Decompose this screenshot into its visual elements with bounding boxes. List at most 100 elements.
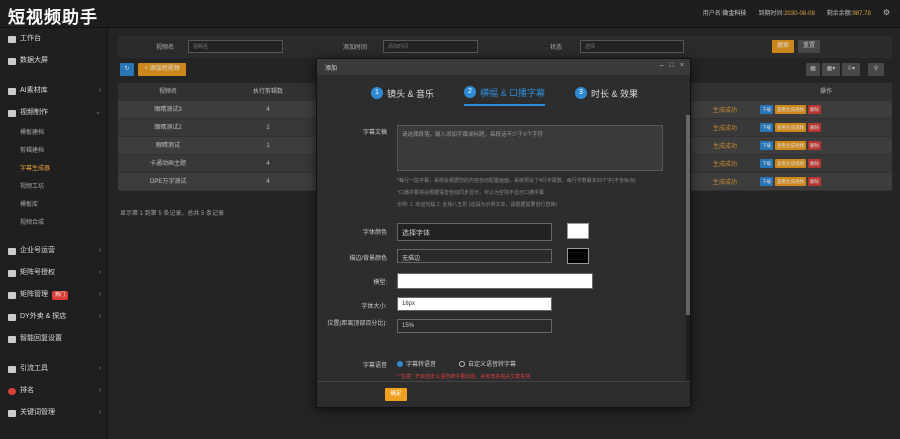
top-bar: 短视频助手 用户名:微金科技 到期时间:2030-08-08 剩余余额:987.… — [0, 0, 900, 28]
sidebar-item-label: 企业号运营 — [20, 247, 55, 254]
sidebar-item-video-make[interactable]: 视频制作 ⌄ — [0, 102, 107, 124]
ranking-icon — [8, 387, 16, 395]
add-dialog: 添加 – □ × 1 镜头 & 音乐 2 横幅 & 口播字幕 3 时长 & 效果 字幕… — [316, 58, 691, 408]
stroke-color-label: 描边/背景颜色 — [349, 256, 387, 262]
expire-field: 到期时间:2030-08-08 — [758, 8, 814, 17]
caption-hint-1: *每行一段字幕，系统会根据您的内容自动配置画面，系统预设了4行字幕数，每行字数最… — [397, 178, 636, 184]
sidebar-item-label: 工作台 — [20, 35, 41, 42]
radio-tts[interactable]: 字幕转语音 — [397, 359, 436, 368]
step-label: 镜头 & 音乐 — [386, 88, 434, 99]
radio-label: 字幕转语音 — [406, 362, 437, 368]
chevron-left-icon: ‹ — [98, 365, 101, 372]
chevron-down-icon: ⌄ — [95, 109, 101, 116]
model-label: 模型: — [373, 280, 387, 286]
dialog-title: 添加 — [325, 66, 338, 72]
caption-label: 字幕文稿 — [362, 130, 387, 136]
chevron-left-icon: ‹ — [98, 247, 101, 254]
sidebar-item-label: 智能回复设置 — [20, 335, 62, 342]
sidebar-item-label: 矩阵管理 — [20, 291, 48, 298]
sidebar-item-enterprise[interactable]: 企业号运营 ‹ — [0, 240, 107, 262]
font-select[interactable]: 选择字体 — [397, 223, 552, 241]
maximize-icon[interactable]: □ — [670, 62, 674, 69]
expire-label: 到期时间: — [758, 11, 785, 17]
sidebar-item-dashboard[interactable]: 数据大屏 — [0, 50, 107, 72]
sidebar-item-matrix-auth[interactable]: 矩阵号授权 ‹ — [0, 262, 107, 284]
step-label: 横幅 & 口播字幕 — [479, 87, 545, 98]
dialog-body: 字幕文稿 请选择段落，输入添加字幕或标题，每段话不少于X个字符 *每行一段字幕，… — [317, 115, 687, 380]
user-field: 用户名:微金科技 — [703, 8, 747, 17]
library-icon — [8, 87, 16, 95]
cloud-icon — [8, 247, 16, 255]
user-label: 用户名: — [702, 11, 723, 17]
sidebar-sub-template-lib[interactable]: 模板库 — [0, 196, 107, 214]
chevron-left-icon: ‹ — [98, 387, 101, 394]
tab-duration-effect[interactable]: 3 时长 & 效果 — [575, 84, 638, 106]
sidebar-item-keyword[interactable]: 关键词管理 ‹ — [0, 402, 107, 424]
dialog-header: 添加 – □ × — [317, 59, 690, 75]
balance-field: 剩余余额:987.78 — [827, 8, 871, 17]
sidebar-item-label: AI素材库 — [20, 87, 48, 94]
font-size-label: 字体大小: — [361, 304, 387, 310]
radio-dot — [459, 360, 465, 367]
sidebar-item-ranking[interactable]: 排名 ‹ — [0, 380, 107, 402]
stroke-color-swatch[interactable] — [567, 248, 589, 264]
minimize-icon[interactable]: – — [660, 62, 664, 69]
sidebar-sub-compose[interactable]: 视频合成 — [0, 214, 107, 232]
voice-warning: *"注意": 开启自定义语音转字幕功能，会考虑多镜头文案失效 — [397, 374, 531, 380]
sidebar-item-label: 排名 — [20, 387, 34, 394]
bell-icon[interactable]: ⚙ — [883, 8, 890, 17]
font-size-input[interactable]: 18px — [397, 297, 552, 311]
chevron-left-icon: ‹ — [98, 313, 101, 320]
chevron-left-icon: ‹ — [98, 409, 101, 416]
step-number: 3 — [575, 87, 587, 99]
dialog-scrollbar[interactable] — [686, 115, 690, 381]
tab-banner-subtitle[interactable]: 2 横幅 & 口播字幕 — [463, 84, 545, 106]
font-color-swatch[interactable] — [567, 223, 589, 239]
sidebar-item-label: 视频制作 — [20, 109, 48, 116]
sidebar-sub-template[interactable]: 模板建档 — [0, 124, 107, 142]
expire-value: 2030-08-08 — [784, 11, 815, 17]
app-logo: 短视频助手 — [8, 8, 98, 28]
sidebar-item-label: 数据大屏 — [20, 57, 48, 64]
step-number: 2 — [463, 86, 476, 98]
radio-custom-voice[interactable]: 自定义语音转字幕 — [459, 359, 516, 368]
caption-hint-2: *口播字幕将会根据语音自动同步显示，可以为空则不显示口播字幕 — [397, 190, 544, 196]
close-icon[interactable]: × — [680, 62, 684, 69]
chevron-left-icon: ‹ — [98, 291, 101, 298]
takeout-icon — [8, 313, 16, 321]
tab-shot-music[interactable]: 1 镜头 & 音乐 — [370, 84, 434, 106]
caption-hint-3: 示例: 1. 欢迎光临 2. 全场八五折 (这段为示例文本，请根据需要自行替换) — [397, 202, 558, 208]
sidebar-item-smart-reply[interactable]: 智能回复设置 — [0, 328, 107, 350]
sidebar-item-matrix-manage[interactable]: 矩阵管理 热门 ‹ — [0, 284, 107, 306]
sidebar-item-workbench[interactable]: 工作台 — [0, 28, 107, 50]
scrollbar-thumb[interactable] — [686, 115, 690, 315]
confirm-button[interactable]: 确定 — [385, 388, 407, 401]
caption-textarea[interactable]: 请选择段落，输入添加字幕或标题，每段话不少于X个字符 — [397, 125, 663, 171]
radio-dot — [397, 360, 403, 367]
sidebar-item-traffic-tool[interactable]: 引流工具 ‹ — [0, 358, 107, 380]
tool-icon — [8, 365, 16, 373]
reply-icon — [8, 335, 16, 343]
stroke-select[interactable]: 无描边 — [397, 249, 552, 263]
chevron-left-icon: ‹ — [98, 269, 101, 276]
dialog-controls: – □ × — [660, 62, 684, 69]
chevron-left-icon: ‹ — [98, 87, 101, 94]
font-color-label: 字体颜色 — [362, 230, 387, 236]
user-value: 微金科技 — [722, 11, 747, 17]
sidebar-item-label: 关键词管理 — [20, 409, 55, 416]
sidebar-sub-workshop[interactable]: 视频工坊 — [0, 178, 107, 196]
position-select[interactable]: 15% — [397, 319, 552, 333]
position-label: 位置(距离顶部百分比): — [327, 321, 387, 327]
step-number: 1 — [370, 87, 383, 99]
sidebar-sub-edit[interactable]: 剪辑建档 — [0, 142, 107, 160]
sidebar-item-label: DY外卖 & 探店 — [20, 313, 67, 320]
balance-label: 剩余余额: — [826, 11, 853, 17]
sidebar-sub-subtitle[interactable]: 字幕生成器 — [0, 160, 107, 178]
model-input[interactable] — [397, 273, 593, 289]
step-label: 时长 & 效果 — [591, 88, 639, 99]
sidebar-item-dy-takeout[interactable]: DY外卖 & 探店 ‹ — [0, 306, 107, 328]
balance-value: 987.78 — [852, 11, 871, 17]
step-tabs: 1 镜头 & 音乐 2 横幅 & 口播字幕 3 时长 & 效果 — [317, 84, 692, 106]
dialog-footer: 确定 — [317, 381, 690, 407]
sidebar-item-ai-library[interactable]: AI素材库 ‹ — [0, 80, 107, 102]
